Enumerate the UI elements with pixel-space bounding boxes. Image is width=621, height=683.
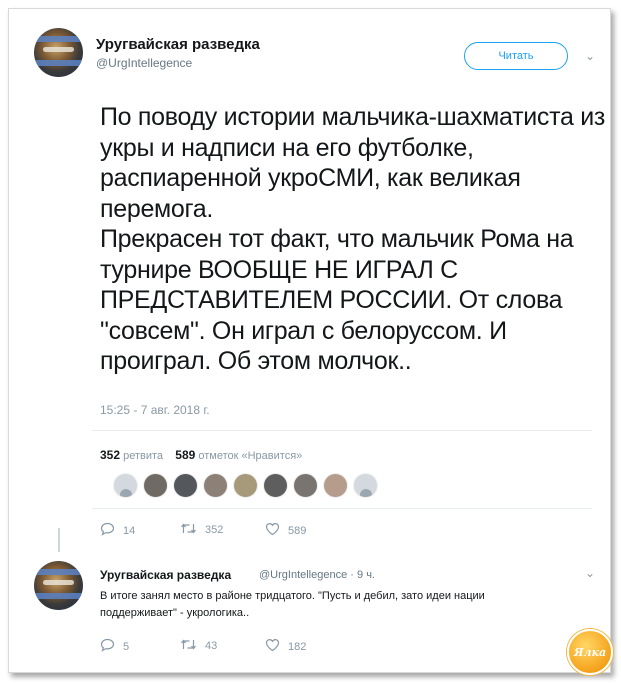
reply-author-avatar[interactable] [34,561,83,610]
reply-author-handle[interactable]: @UrgIntellegence [259,569,347,581]
reply-count: 14 [123,524,136,537]
reply-text-line: поддерживает" - укрологика.. [100,607,250,619]
like-count: 589 [288,524,307,537]
retweet-icon[interactable] [180,638,197,654]
tweet-paragraph: По поводу истории мальчика-шахматиста из… [100,103,606,223]
reply-icon[interactable] [100,522,115,539]
separator-dot: · [350,569,354,581]
liker-avatar[interactable] [353,473,378,498]
reply-text: В итоге занял место в районе тридцатого.… [100,588,600,622]
tweet-text: По поводу истории мальчика-шахматиста из… [100,102,610,377]
like-action[interactable]: 589 [265,522,306,539]
reply-text-line: В итоге занял место в районе тридцатого.… [100,590,485,602]
retweet-action[interactable]: 43 [180,638,217,654]
reply-action[interactable]: 14 [100,522,135,539]
reply-count: 5 [123,640,130,653]
reply-author-name[interactable]: Уругвайская разведка [100,568,231,582]
heart-icon[interactable] [265,638,280,655]
liker-avatars [113,473,378,498]
retweets-label[interactable]: ретвита [123,450,163,462]
divider [92,508,592,509]
reply-header-meta: @UrgIntellegence · 9 ч. [259,569,375,581]
liker-avatar[interactable] [323,473,348,498]
retweets-count[interactable]: 352 [100,448,120,462]
reply-action[interactable]: 5 [100,638,129,655]
tweet-timestamp[interactable]: 15:25 - 7 авг. 2018 г. [100,403,210,417]
retweet-count: 352 [205,524,224,536]
chevron-down-icon[interactable]: ⌄ [585,49,595,63]
liker-avatar[interactable] [173,473,198,498]
author-name[interactable]: Уругвайская разведка [96,36,260,53]
reply-icon[interactable] [100,638,115,655]
liker-avatar[interactable] [203,473,228,498]
likes-count[interactable]: 589 [175,448,195,462]
author-handle[interactable]: @UrgIntellegence [96,56,192,70]
chevron-down-icon[interactable]: ⌄ [585,566,595,580]
engagement-stats: 352 ретвита 589 отметок «Нравится» [100,448,302,462]
thread-line [58,528,60,552]
liker-avatar[interactable] [293,473,318,498]
likes-label[interactable]: отметок «Нравится» [198,450,302,462]
retweet-icon[interactable] [180,522,197,538]
retweet-count: 43 [205,640,218,652]
like-action[interactable]: 182 [265,638,306,655]
liker-avatar[interactable] [113,473,138,498]
author-avatar[interactable] [34,28,83,77]
heart-icon[interactable] [265,522,280,539]
liker-avatar[interactable] [143,473,168,498]
like-count: 182 [288,640,307,653]
reply-time-ago[interactable]: 9 ч. [357,569,375,581]
watermark-logo: Ялка [567,629,613,675]
divider [92,430,592,431]
liker-avatar[interactable] [263,473,288,498]
tweet-paragraph: Прекрасен тот факт, что мальчик Рома на … [100,225,574,375]
retweet-action[interactable]: 352 [180,522,223,538]
tweet-card: Уругвайская разведка @UrgIntellegence Чи… [8,8,613,675]
follow-button[interactable]: Читать [464,42,568,70]
liker-avatar[interactable] [233,473,258,498]
